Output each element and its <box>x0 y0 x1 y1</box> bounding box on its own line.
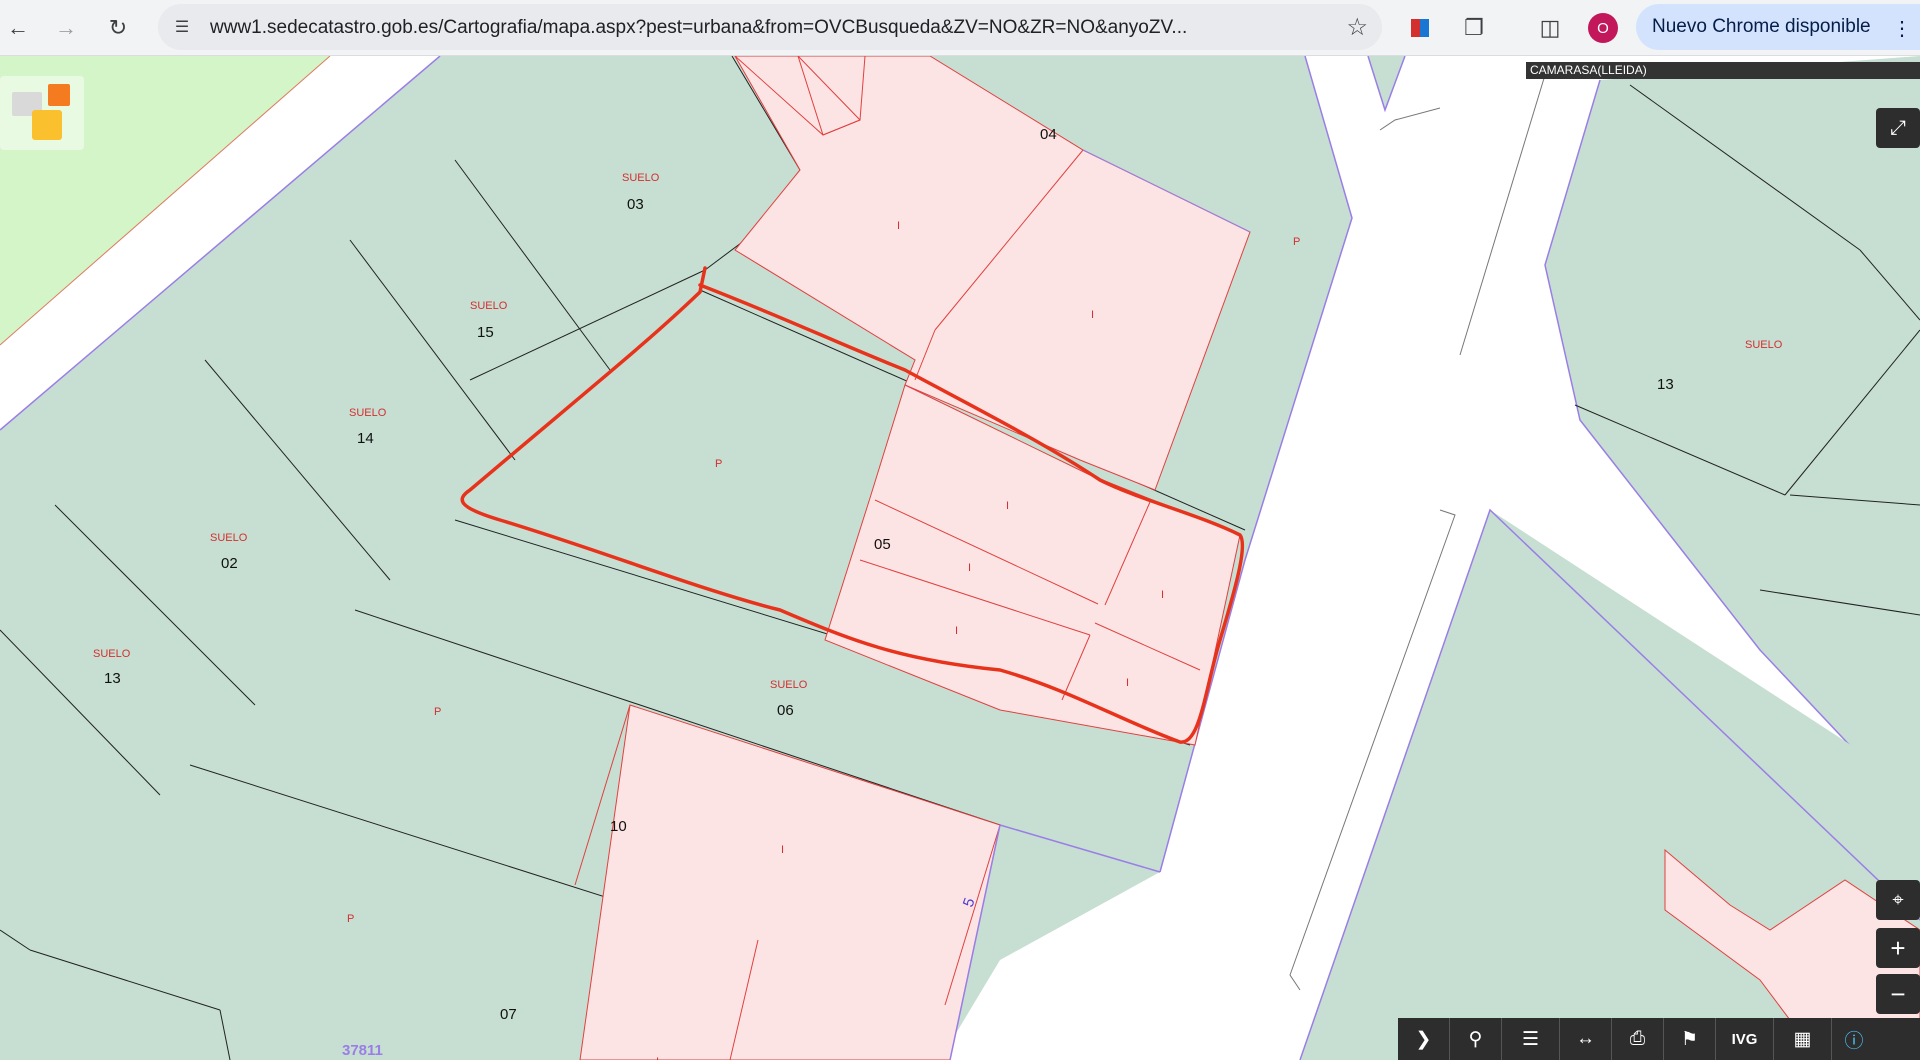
use-code-label: I <box>1091 309 1095 321</box>
use-code-label: P <box>715 458 723 470</box>
use-code-label: P <box>347 913 355 925</box>
use-code-label: I <box>897 220 901 232</box>
parcel-number: 07 <box>500 1006 517 1023</box>
map-canvas <box>0 56 1920 1060</box>
extension-icon[interactable] <box>1404 12 1436 44</box>
parcel-number: 13 <box>104 670 121 687</box>
suelo-label: SUELO <box>210 532 248 544</box>
measure-icon: ↔ <box>1576 1028 1595 1049</box>
expand-icon: ⤢ <box>1890 116 1906 139</box>
use-code-label: P <box>1293 236 1301 248</box>
catastro-logo[interactable] <box>0 76 84 150</box>
suelo-label: SUELO <box>622 172 660 184</box>
logo-icon <box>12 84 70 140</box>
minus-icon: − <box>1890 978 1906 1009</box>
chrome-update-button[interactable]: Nuevo Chrome disponible ⋮ <box>1636 4 1920 50</box>
parcel-number: 10 <box>610 818 627 835</box>
suelo-label: SUELO <box>1745 339 1783 351</box>
parcel-number: 02 <box>221 555 238 572</box>
use-code-label: I <box>656 1056 659 1060</box>
address-bar[interactable]: ☰ www1.sedecatastro.gob.es/Cartografia/m… <box>158 4 1382 50</box>
parcel-number: 13 <box>1657 376 1674 393</box>
tool-3d[interactable]: ▦ <box>1774 1018 1832 1060</box>
reload-button[interactable]: ↻ <box>100 10 136 46</box>
parcel-icon: ⚑ <box>1680 1028 1699 1050</box>
use-code-label: I <box>781 844 785 856</box>
extensions-puzzle-icon[interactable]: ❐ <box>1458 12 1490 44</box>
site-settings-icon[interactable]: ☰ <box>170 15 194 39</box>
url-text[interactable]: www1.sedecatastro.gob.es/Cartografia/map… <box>210 17 1320 39</box>
use-code-label: I <box>968 562 972 574</box>
cadastral-map[interactable]: 04 SUELO 03 SUELO 15 SUELO 14 SUELO 02 S… <box>0 56 1920 1060</box>
parcel-number: 03 <box>627 196 644 213</box>
bookmark-star-icon[interactable]: ☆ <box>1346 13 1368 42</box>
locate-button[interactable]: ⌖ <box>1876 880 1920 920</box>
info-icon: ⓘ <box>1844 1030 1864 1052</box>
side-panel-icon[interactable]: ◫ <box>1534 12 1566 44</box>
suelo-label: SUELO <box>770 679 808 691</box>
chevron-right-icon: ❯ <box>1415 1028 1432 1050</box>
back-button[interactable]: ← <box>0 10 36 46</box>
browser-toolbar: ← → ↻ ☰ www1.sedecatastro.gob.es/Cartogr… <box>0 0 1920 56</box>
ivg-icon: IVG <box>1731 1030 1758 1048</box>
crosshair-icon: ⌖ <box>1892 888 1904 911</box>
layers-icon: ☰ <box>1521 1028 1540 1050</box>
fullscreen-button[interactable]: ⤢ <box>1876 108 1920 148</box>
tool-next[interactable]: ❯ <box>1398 1018 1450 1060</box>
use-code-label: I <box>1006 500 1010 512</box>
parcel-number: 05 <box>874 536 891 553</box>
use-code-label: P <box>434 706 442 718</box>
tool-measure[interactable]: ↔ <box>1560 1018 1612 1060</box>
forward-button[interactable]: → <box>48 10 84 46</box>
tool-info[interactable]: ⓘ <box>1832 1018 1876 1060</box>
cubes-icon: ▦ <box>1793 1028 1812 1050</box>
parcel-number: 04 <box>1040 126 1057 143</box>
search-icon: ⚲ <box>1468 1028 1483 1050</box>
suelo-label: SUELO <box>470 300 508 312</box>
suelo-label: SUELO <box>93 648 131 660</box>
plus-icon: + <box>1890 932 1906 963</box>
profile-avatar[interactable]: O <box>1588 13 1618 43</box>
suelo-label: SUELO <box>349 407 387 419</box>
tool-parcel[interactable]: ⚑ <box>1664 1018 1716 1060</box>
parcel-number: 14 <box>357 430 374 447</box>
tool-search[interactable]: ⚲ <box>1450 1018 1502 1060</box>
zoom-in-button[interactable]: + <box>1876 928 1920 968</box>
tool-layers[interactable]: ☰ <box>1502 1018 1560 1060</box>
block-id: 37811 <box>342 1042 383 1059</box>
tool-ivg[interactable]: IVG <box>1716 1018 1774 1060</box>
zoom-out-button[interactable]: − <box>1876 974 1920 1014</box>
use-code-label: I <box>955 625 959 637</box>
print-icon: ⎙ <box>1629 1028 1646 1049</box>
tool-print[interactable]: ⎙ <box>1612 1018 1664 1060</box>
parcel-number: 06 <box>777 702 794 719</box>
update-label: Nuevo Chrome disponible <box>1652 16 1871 37</box>
parcel-number: 15 <box>477 324 494 341</box>
municipality-label: CAMARASA(LLEIDA) <box>1526 62 1920 79</box>
use-code-label: I <box>1126 677 1130 689</box>
more-menu-icon[interactable]: ⋮ <box>1892 16 1912 41</box>
use-code-label: I <box>1161 589 1165 601</box>
map-toolbar: ❯ ⚲ ☰ ↔ ⎙ ⚑ IVG ▦ ⓘ <box>1398 1018 1920 1060</box>
